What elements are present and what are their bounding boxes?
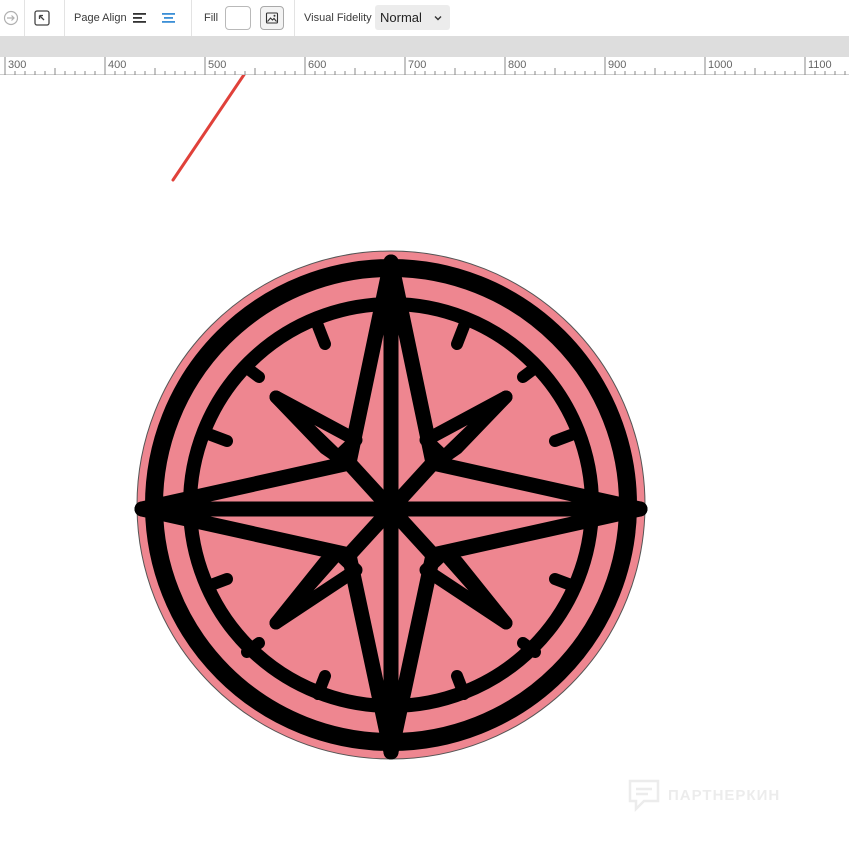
toolbar: Page Align Fill Visual Fidelity Normal xyxy=(0,0,849,36)
page-align-label: Page Align xyxy=(74,12,127,24)
ruler-label: 900 xyxy=(608,59,626,71)
ruler-label: 300 xyxy=(8,59,26,71)
ruler-label: 800 xyxy=(508,59,526,71)
fill-label: Fill xyxy=(204,12,219,24)
visual-fidelity-value: Normal xyxy=(380,10,422,25)
visual-fidelity-label: Visual Fidelity xyxy=(304,12,372,24)
ruler-label: 1100 xyxy=(808,59,832,71)
watermark-text: ПАРТНЕРКИН xyxy=(668,786,781,804)
image-fill-button[interactable] xyxy=(260,6,284,30)
ruler-label: 400 xyxy=(108,59,126,71)
visual-fidelity-select[interactable]: Normal xyxy=(375,5,450,30)
ruler-label: 600 xyxy=(308,59,326,71)
compass-rose-icon[interactable] xyxy=(134,250,648,760)
align-center-icon[interactable] xyxy=(160,10,177,26)
ruler-label: 700 xyxy=(408,59,426,71)
design-canvas[interactable]: ПАРТНЕРКИН xyxy=(0,75,849,867)
chat-bubble-icon xyxy=(626,777,662,813)
toolbar-separator xyxy=(191,0,192,36)
canvas-gutter xyxy=(0,36,849,57)
toolbar-separator xyxy=(64,0,65,36)
ruler-label: 1000 xyxy=(708,59,732,71)
horizontal-ruler[interactable]: 300 400 500 600 700 800 900 1000 1100 xyxy=(0,57,849,75)
export-icon[interactable] xyxy=(3,10,19,26)
fill-color-swatch[interactable] xyxy=(225,6,251,30)
image-fill-icon xyxy=(265,11,279,25)
watermark: ПАРТНЕРКИН xyxy=(626,777,780,813)
ruler-ticks: 300 400 500 600 700 800 900 1000 1100 xyxy=(4,57,846,75)
red-arrow-annotation xyxy=(171,75,246,182)
align-left-icon[interactable] xyxy=(131,10,148,26)
ruler-label: 500 xyxy=(208,59,226,71)
chevron-down-icon xyxy=(432,11,444,29)
resize-icon[interactable] xyxy=(33,9,51,27)
canvas-artwork xyxy=(134,75,648,760)
toolbar-separator xyxy=(24,0,25,36)
toolbar-separator xyxy=(294,0,295,36)
